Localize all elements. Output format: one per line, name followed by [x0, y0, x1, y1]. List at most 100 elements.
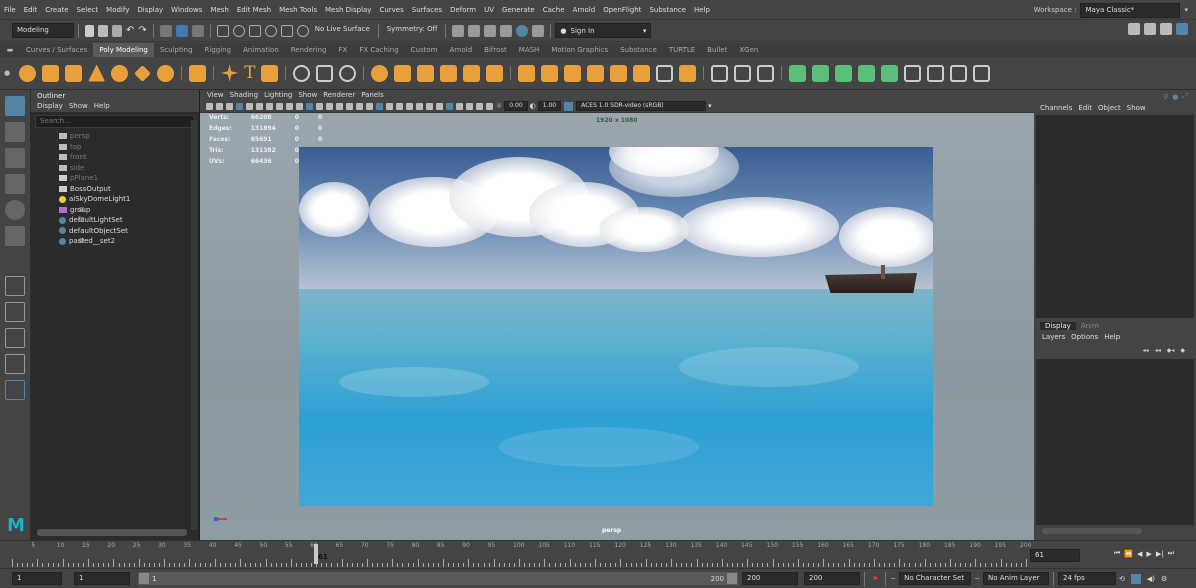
xray-icon[interactable] — [435, 102, 443, 110]
menu-openflight[interactable]: OpenFlight — [599, 0, 645, 20]
save-scene-icon[interactable] — [112, 24, 122, 37]
image-plane-icon[interactable] — [235, 102, 243, 110]
snap-view-icon[interactable] — [264, 24, 277, 37]
shelf-tab-substance[interactable]: Substance — [614, 43, 663, 57]
exposure-field[interactable]: 0.00 — [504, 101, 528, 111]
new-layer-icon[interactable]: ◆◂ — [1167, 347, 1175, 354]
multi-cut-icon[interactable] — [587, 64, 605, 82]
outliner-item[interactable]: pPlane1 — [31, 173, 199, 184]
color-management-icon[interactable] — [564, 101, 574, 111]
offset-edge-loop-icon[interactable] — [679, 64, 697, 82]
workspace-dropdown[interactable]: Maya Classic* — [1080, 2, 1181, 18]
range-end-handle[interactable] — [727, 573, 737, 584]
planar-uv-icon[interactable] — [789, 64, 807, 82]
outliner-item[interactable]: front — [31, 152, 199, 163]
poly-cube-icon[interactable] — [42, 64, 60, 82]
viewport-menu-renderer[interactable]: Renderer — [323, 90, 355, 100]
shelf-tab-fx[interactable]: FX — [333, 43, 354, 57]
viewport-menu-show[interactable]: Show — [298, 90, 317, 100]
field-chart-icon[interactable] — [285, 102, 293, 110]
help-icon[interactable]: ● — [1172, 93, 1178, 101]
shelf-tab-turtle[interactable]: TURTLE — [663, 43, 701, 57]
ipr-render-icon[interactable] — [484, 24, 497, 37]
select-tool-icon[interactable] — [5, 96, 25, 116]
default-material-icon[interactable] — [335, 102, 343, 110]
shelf-tab-poly-modeling[interactable]: Poly Modeling — [93, 43, 154, 57]
svg-tool-icon[interactable] — [261, 64, 279, 82]
layer-menu-layers[interactable]: Layers — [1042, 333, 1065, 341]
separate-icon[interactable] — [316, 64, 334, 82]
reduce-icon[interactable] — [463, 64, 481, 82]
shelf-tab-sculpting[interactable]: Sculpting — [154, 43, 199, 57]
layer-menu-help[interactable]: Help — [1104, 333, 1120, 341]
use-all-lights-icon[interactable] — [365, 102, 373, 110]
target-weld-icon[interactable] — [610, 64, 628, 82]
persp-outliner-layout-icon[interactable] — [5, 328, 25, 348]
menu-deform[interactable]: Deform — [446, 0, 480, 20]
scene-start-field[interactable]: 1 — [12, 572, 62, 585]
expand-toggle-icon[interactable]: ⊞ — [79, 205, 85, 216]
menu-curves[interactable]: Curves — [375, 0, 407, 20]
redo-icon[interactable]: ↷ — [138, 25, 146, 36]
grid-icon[interactable] — [245, 102, 253, 110]
gamma-icon[interactable]: ◐ — [530, 102, 536, 110]
symmetry-dropdown[interactable]: Symmetry: Off — [383, 23, 442, 38]
new-scene-icon[interactable] — [85, 24, 94, 37]
shelf-tab-rendering[interactable]: Rendering — [285, 43, 333, 57]
modeling-toolkit-icon[interactable] — [1128, 23, 1140, 35]
shelf-tab-bullet[interactable]: Bullet — [701, 43, 733, 57]
viewport-menu-lighting[interactable]: Lighting — [264, 90, 292, 100]
four-view-layout-icon[interactable] — [5, 302, 25, 322]
bookmark-icon[interactable] — [225, 102, 233, 110]
menu-modify[interactable]: Modify — [102, 0, 133, 20]
cache-playback-icon[interactable] — [1130, 573, 1141, 584]
snap-surface-icon[interactable] — [280, 24, 293, 37]
outliner-item[interactable]: top — [31, 142, 199, 153]
move-layer-down-icon[interactable]: ◂◂ — [1155, 347, 1161, 354]
playback-start-field[interactable]: 1 — [74, 572, 130, 585]
shadows-icon[interactable] — [375, 102, 383, 110]
super-shape-icon[interactable] — [221, 64, 239, 82]
textured-icon[interactable] — [355, 102, 363, 110]
sound-icon[interactable]: ◀) — [1147, 575, 1155, 583]
bridge-icon[interactable] — [541, 64, 559, 82]
sew-uv-icon[interactable] — [904, 64, 922, 82]
outliner-search-input[interactable]: Search... — [35, 115, 195, 128]
remesh-icon[interactable] — [486, 64, 504, 82]
boolean-icon[interactable] — [371, 64, 389, 82]
shelf-tab-fx-caching[interactable]: FX Caching — [353, 43, 404, 57]
preferences-icon[interactable]: ⚙ — [1161, 575, 1167, 583]
outliner-menu-show[interactable]: Show — [69, 102, 88, 110]
anim-layer-icon[interactable]: ~ — [974, 575, 980, 583]
shelf-tab-custom[interactable]: Custom — [405, 43, 444, 57]
character-set-icon[interactable]: ~ — [890, 575, 896, 583]
pin-icon[interactable]: ⚲ — [1163, 93, 1168, 101]
viewport-menu-panels[interactable]: Panels — [361, 90, 384, 100]
shelf-menu-icon[interactable]: ▬ — [0, 46, 20, 54]
shelf-tab-animation[interactable]: Animation — [237, 43, 285, 57]
poly-plane-icon[interactable] — [134, 64, 152, 82]
select-camera-icon[interactable] — [205, 102, 213, 110]
open-scene-icon[interactable] — [98, 24, 108, 37]
cut-uv-icon[interactable] — [881, 64, 899, 82]
menu-arnold[interactable]: Arnold — [569, 0, 600, 20]
hypershade-icon[interactable] — [516, 24, 529, 37]
gate-mask-icon[interactable] — [275, 102, 283, 110]
menu-mesh-display[interactable]: Mesh Display — [321, 0, 375, 20]
go-to-end-icon[interactable]: ⏭ — [1168, 549, 1174, 558]
time-slider[interactable]: 5101520253035404550556065707580859095100… — [0, 540, 1196, 568]
camera-attributes-icon[interactable] — [215, 102, 223, 110]
outliner-item[interactable]: ⊞ pasted__set2 — [31, 236, 199, 247]
playback-end-field[interactable]: 200 — [742, 572, 798, 585]
current-frame-field[interactable]: 61 — [1030, 549, 1080, 562]
paint-select-icon[interactable] — [5, 148, 25, 168]
auto-key-icon[interactable]: ⚑ — [872, 575, 878, 583]
poly-disc-icon[interactable] — [157, 64, 175, 82]
shelf-tab-rigging[interactable]: Rigging — [199, 43, 238, 57]
snap-grid-icon[interactable] — [216, 24, 229, 37]
poly-cone-icon[interactable] — [88, 64, 106, 82]
new-layer-selected-icon[interactable]: ◆ — [1180, 347, 1185, 354]
scale-tool-icon[interactable] — [5, 226, 25, 246]
anti-aliasing-icon[interactable] — [405, 102, 413, 110]
step-back-frame-icon[interactable]: ◀ — [1137, 550, 1142, 558]
